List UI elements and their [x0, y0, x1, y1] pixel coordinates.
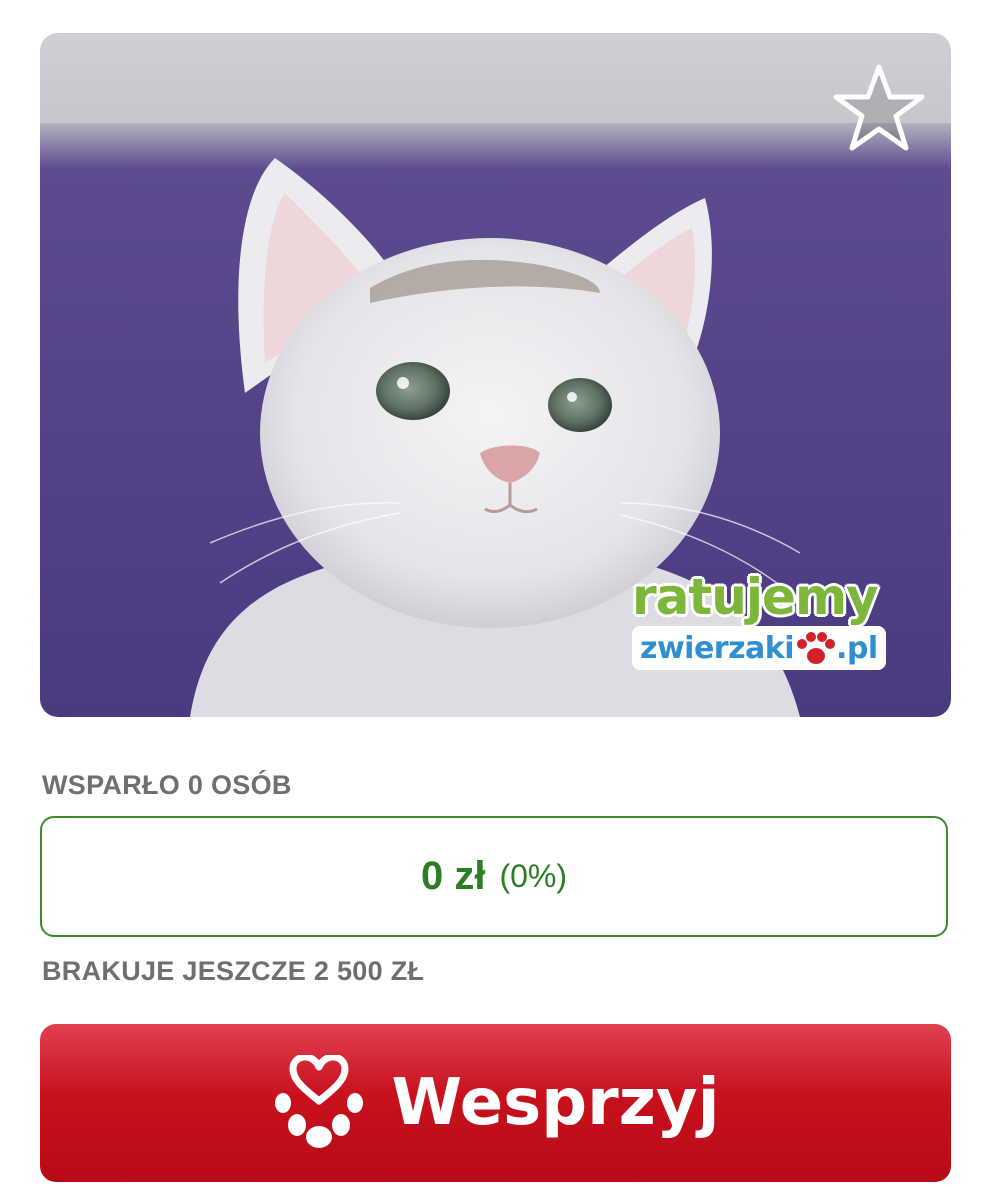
logo-line-2: zwierzaki [640, 630, 795, 666]
favorite-button[interactable] [829, 59, 929, 159]
supporters-count: WSPARŁO 0 OSÓB [42, 770, 292, 800]
raised-amount: 0 zł [420, 854, 486, 898]
ratujemy-zwierzaki-logo: ratujemy zwierzaki .pl [632, 568, 932, 678]
raised-percent: (0%) [499, 858, 568, 894]
support-button-label: Wesprzyj [391, 1066, 720, 1140]
support-button[interactable]: Wesprzyj [40, 1024, 951, 1182]
logo-line-1: ratujemy [632, 568, 879, 626]
star-outline-icon [833, 64, 925, 151]
funding-progress: 0 zł (0%) [40, 816, 948, 937]
logo-suffix: .pl [836, 630, 878, 666]
campaign-photo-card[interactable]: ratujemy zwierzaki .pl [40, 33, 951, 717]
paw-icon [797, 632, 836, 664]
logo-line-2-wrap: zwierzaki .pl [632, 626, 886, 670]
heart-paw-icon [275, 1055, 364, 1148]
remaining-amount: BRAKUJE JESZCZE 2 500 ZŁ [42, 956, 425, 986]
